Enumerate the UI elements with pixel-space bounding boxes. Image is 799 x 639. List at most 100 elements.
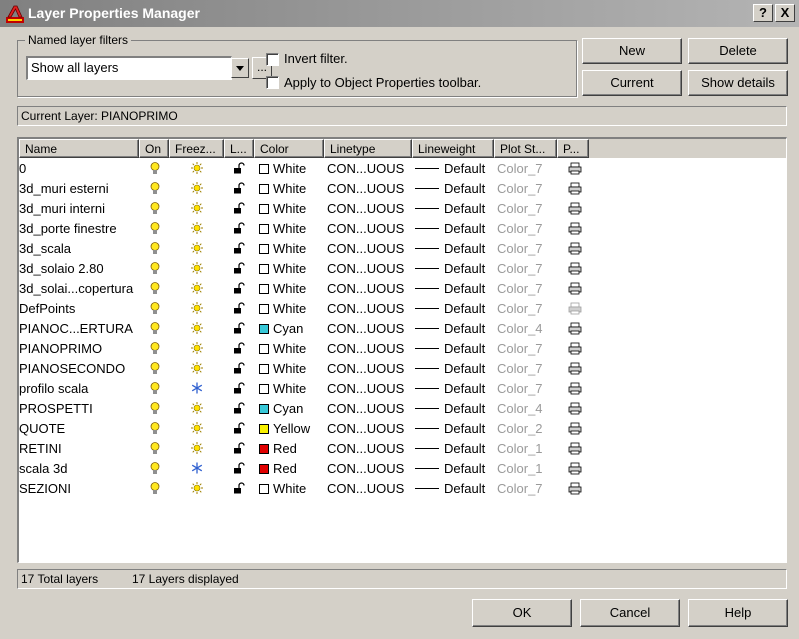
layer-filter-select[interactable]: Show all layers	[26, 56, 232, 80]
layer-row[interactable]: 3d_muri esterni White CON...UOUS Default Col…	[19, 179, 786, 199]
help-title-button[interactable]: ?	[753, 4, 773, 22]
lock-open-icon[interactable]	[233, 402, 245, 417]
apply-toolbar-checkbox[interactable]	[266, 76, 279, 89]
layer-name[interactable]: DefPoints	[19, 301, 75, 316]
column-header-lock[interactable]: L...	[224, 139, 254, 158]
sun-thawed-icon[interactable]	[191, 302, 203, 317]
column-header-lineweight[interactable]: Lineweight	[412, 139, 494, 158]
layer-linetype[interactable]: CON...UOUS	[327, 201, 404, 216]
printer-icon[interactable]	[568, 422, 582, 438]
layer-linetype[interactable]: CON...UOUS	[327, 301, 404, 316]
layer-color[interactable]: Red	[259, 441, 297, 456]
layer-row[interactable]: PROSPETTI Cyan CON...UOUS Default Color_4	[19, 399, 786, 419]
lock-open-icon[interactable]	[233, 222, 245, 237]
lightbulb-on-icon[interactable]	[150, 422, 160, 438]
column-header-linetype[interactable]: Linetype	[324, 139, 412, 158]
lightbulb-on-icon[interactable]	[150, 362, 160, 378]
layer-color[interactable]: White	[259, 381, 306, 396]
layer-linetype[interactable]: CON...UOUS	[327, 261, 404, 276]
layer-name[interactable]: RETINI	[19, 441, 62, 456]
lightbulb-on-icon[interactable]	[150, 322, 160, 338]
printer-icon[interactable]	[568, 382, 582, 398]
layer-name[interactable]: PIANOC...ERTURA	[19, 321, 133, 336]
sun-thawed-icon[interactable]	[191, 242, 203, 257]
layer-lineweight[interactable]: Default	[415, 261, 485, 276]
layer-name[interactable]: 3d_solai...copertura	[19, 281, 133, 296]
sun-thawed-icon[interactable]	[191, 342, 203, 357]
lightbulb-on-icon[interactable]	[150, 222, 160, 238]
printer-icon[interactable]	[568, 402, 582, 418]
layer-row[interactable]: RETINI Red CON...UOUS Default Color_1	[19, 439, 786, 459]
lock-open-icon[interactable]	[233, 442, 245, 457]
layer-linetype[interactable]: CON...UOUS	[327, 221, 404, 236]
printer-icon[interactable]	[568, 242, 582, 258]
lock-open-icon[interactable]	[233, 382, 245, 397]
layer-row[interactable]: scala 3d Red CON...UOUS Default Color_1	[19, 459, 786, 479]
sun-thawed-icon[interactable]	[191, 282, 203, 297]
printer-icon[interactable]	[568, 162, 582, 178]
ok-button[interactable]: OK	[472, 599, 572, 627]
printer-icon[interactable]	[568, 262, 582, 278]
delete-button[interactable]: Delete	[688, 38, 788, 64]
layer-list[interactable]: Name On Freez... L... Color Linetype Lin…	[17, 137, 787, 563]
layer-name[interactable]: PIANOSECONDO	[19, 361, 125, 376]
lock-open-icon[interactable]	[233, 342, 245, 357]
layer-lineweight[interactable]: Default	[415, 241, 485, 256]
layer-name[interactable]: 3d_solaio 2.80	[19, 261, 104, 276]
layer-name[interactable]: PROSPETTI	[19, 401, 93, 416]
layer-row[interactable]: PIANOSECONDO White CON...UOUS Default Color_…	[19, 359, 786, 379]
printer-icon[interactable]	[568, 442, 582, 458]
chevron-down-icon[interactable]	[231, 58, 249, 78]
printer-icon[interactable]	[568, 202, 582, 218]
new-button[interactable]: New	[582, 38, 682, 64]
printer-icon[interactable]	[568, 482, 582, 498]
printer-icon[interactable]	[568, 222, 582, 238]
printer-icon[interactable]	[568, 342, 582, 358]
layer-linetype[interactable]: CON...UOUS	[327, 241, 404, 256]
layer-color[interactable]: White	[259, 181, 306, 196]
layer-row[interactable]: 0 White CON...UOUS Default Color_7	[19, 159, 786, 179]
layer-lineweight[interactable]: Default	[415, 341, 485, 356]
close-button[interactable]: X	[775, 4, 795, 22]
lock-open-icon[interactable]	[233, 322, 245, 337]
lightbulb-on-icon[interactable]	[150, 242, 160, 258]
layer-color[interactable]: White	[259, 201, 306, 216]
layer-lineweight[interactable]: Default	[415, 221, 485, 236]
layer-name[interactable]: scala 3d	[19, 461, 67, 476]
sun-thawed-icon[interactable]	[191, 182, 203, 197]
snowflake-frozen-icon[interactable]	[191, 382, 203, 397]
layer-lineweight[interactable]: Default	[415, 161, 485, 176]
layer-linetype[interactable]: CON...UOUS	[327, 461, 404, 476]
layer-color[interactable]: White	[259, 341, 306, 356]
layer-lineweight[interactable]: Default	[415, 441, 485, 456]
cancel-button[interactable]: Cancel	[580, 599, 680, 627]
layer-name[interactable]: 3d_muri interni	[19, 201, 105, 216]
layer-linetype[interactable]: CON...UOUS	[327, 181, 404, 196]
layer-name[interactable]: QUOTE	[19, 421, 65, 436]
printer-icon[interactable]	[568, 182, 582, 198]
layer-row[interactable]: PIANOPRIMO White CON...UOUS Default Color_7	[19, 339, 786, 359]
current-button[interactable]: Current	[582, 70, 682, 96]
sun-thawed-icon[interactable]	[191, 482, 203, 497]
layer-lineweight[interactable]: Default	[415, 461, 485, 476]
column-header-freeze[interactable]: Freez...	[169, 139, 224, 158]
layer-row[interactable]: 3d_solaio 2.80 White CON...UOUS Default Colo…	[19, 259, 786, 279]
layer-lineweight[interactable]: Default	[415, 181, 485, 196]
lightbulb-on-icon[interactable]	[150, 382, 160, 398]
lock-open-icon[interactable]	[233, 422, 245, 437]
lightbulb-on-icon[interactable]	[150, 302, 160, 318]
layer-name[interactable]: 3d_porte finestre	[19, 221, 117, 236]
layer-color[interactable]: White	[259, 281, 306, 296]
printer-icon[interactable]	[568, 462, 582, 478]
layer-lineweight[interactable]: Default	[415, 281, 485, 296]
show-details-button[interactable]: Show details	[688, 70, 788, 96]
lock-open-icon[interactable]	[233, 182, 245, 197]
snowflake-frozen-icon[interactable]	[191, 462, 203, 477]
column-header-on[interactable]: On	[139, 139, 169, 158]
layer-lineweight[interactable]: Default	[415, 301, 485, 316]
layer-lineweight[interactable]: Default	[415, 321, 485, 336]
lock-open-icon[interactable]	[233, 202, 245, 217]
layer-lineweight[interactable]: Default	[415, 361, 485, 376]
printer-icon[interactable]	[568, 362, 582, 378]
lock-open-icon[interactable]	[233, 482, 245, 497]
